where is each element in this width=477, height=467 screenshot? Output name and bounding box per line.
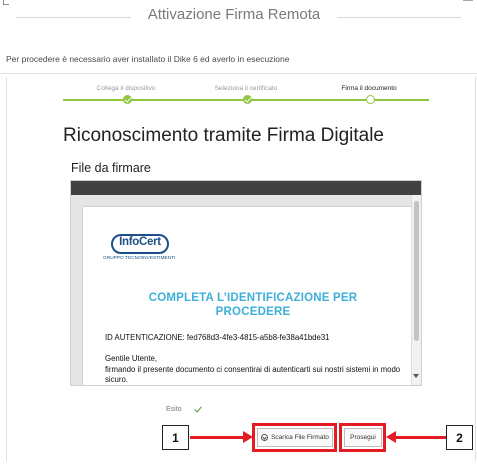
step-label-connect-device: Collega il dispositivo bbox=[96, 85, 156, 92]
header-rule-left bbox=[16, 17, 131, 18]
body-text: firmando il presente documento ci consen… bbox=[105, 364, 401, 385]
step-done-check-icon bbox=[243, 95, 252, 104]
result-label: Esito bbox=[166, 406, 182, 413]
pdf-viewer[interactable]: InfoCert GRUPPO TECNOINVESTIMENTI COMPLE… bbox=[70, 180, 422, 386]
section-title: Riconoscimento tramite Firma Digitale bbox=[63, 125, 384, 146]
annotation-arrow-left-icon bbox=[386, 431, 446, 443]
authentication-id: ID AUTENTICAZIONE: fed768d3-4fe3-4815-a5… bbox=[105, 333, 330, 342]
greeting: Gentile Utente, bbox=[105, 354, 158, 363]
step-label-select-certificate: Seleziona il certificato bbox=[214, 85, 278, 92]
document-body: Gentile Utente, firmando il presente doc… bbox=[105, 354, 405, 385]
file-label: File da firmare bbox=[71, 161, 151, 175]
scroll-down-arrow-icon[interactable] bbox=[413, 374, 419, 378]
success-check-icon bbox=[195, 405, 201, 414]
callout-1: 1 bbox=[162, 425, 189, 450]
headline-line-2: PROCEDERE bbox=[215, 306, 291, 318]
prerequisite-notice: Per procedere è necessario aver installa… bbox=[6, 54, 290, 64]
annotation-arrow-right-icon bbox=[190, 431, 253, 443]
logo-subtitle: GRUPPO TECNOINVESTIMENTI bbox=[103, 256, 176, 261]
page-title: Attivazione Firma Remota bbox=[147, 6, 321, 23]
infocert-logo: InfoCert bbox=[111, 234, 171, 256]
document-headline: COMPLETA L’IDENTIFICAZIONE PER PROCEDERE bbox=[113, 291, 393, 319]
logo-text: InfoCert bbox=[119, 236, 161, 248]
headline-line-1: COMPLETA L’IDENTIFICAZIONE PER bbox=[148, 292, 358, 304]
pdf-page: InfoCert GRUPPO TECNOINVESTIMENTI COMPLE… bbox=[83, 207, 413, 385]
pdf-scroll-thumb[interactable] bbox=[414, 201, 419, 341]
callout-2: 2 bbox=[446, 425, 473, 450]
divider bbox=[0, 73, 477, 74]
pdf-toolbar bbox=[71, 181, 421, 195]
step-done-check-icon bbox=[123, 95, 132, 104]
highlight-box-download bbox=[252, 423, 337, 452]
highlight-box-proceed bbox=[339, 423, 386, 452]
header-rule-right bbox=[337, 17, 461, 18]
page-header: Attivazione Firma Remota bbox=[0, 4, 477, 30]
step-label-sign-document: Firma il documento bbox=[341, 85, 397, 92]
step-current-icon bbox=[366, 95, 375, 104]
wizard-steps: Collega il dispositivo Seleziona il cert… bbox=[63, 85, 429, 105]
